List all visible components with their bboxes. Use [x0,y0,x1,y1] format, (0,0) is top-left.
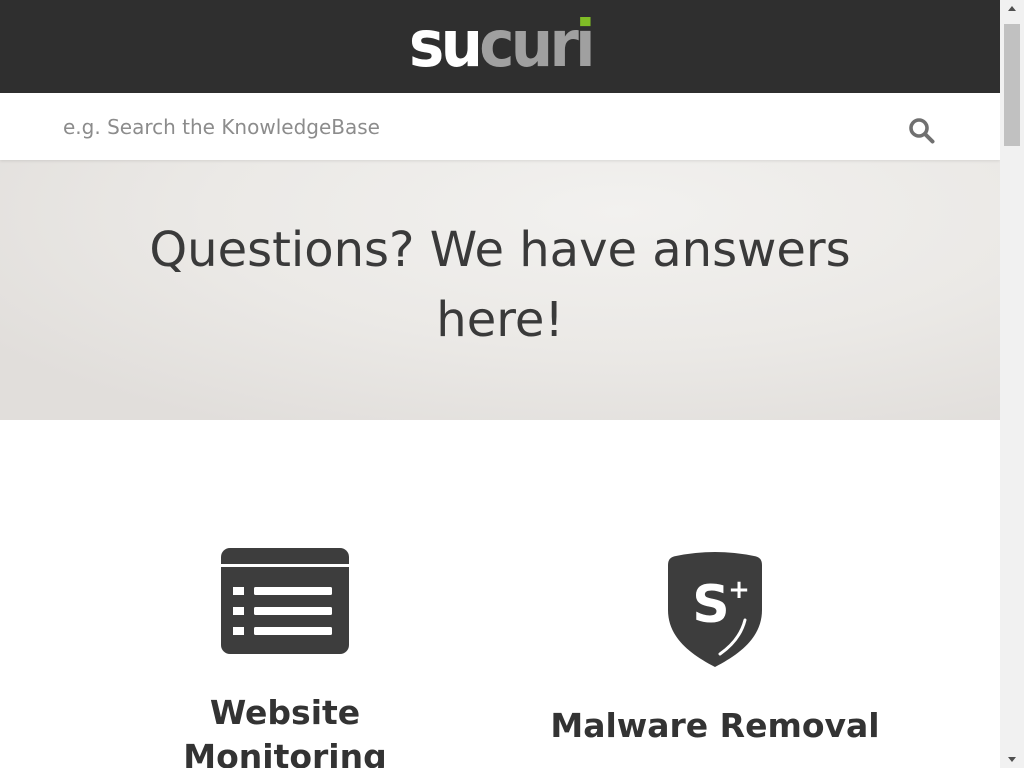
category-malware-removal[interactable]: S + Malware Removal [500,548,930,768]
hero-banner: Questions? We have answers here! [0,160,1000,420]
logo-text-accent: i [574,8,595,82]
scroll-down-button[interactable] [1000,751,1024,768]
vertical-scrollbar[interactable] [1000,0,1024,768]
sucuri-logo[interactable]: sucuri [0,13,1000,77]
search-bar [0,93,1000,160]
shield-plus: + [728,575,750,605]
logo-wordmark: sucuri [409,8,596,82]
scroll-up-button[interactable] [1000,0,1024,17]
arrow-down-icon [1008,757,1016,762]
scrollbar-thumb[interactable] [1004,24,1020,146]
search-button[interactable] [904,113,938,147]
hero-title: Questions? We have answers here! [149,222,851,348]
shield-icon: S + [668,552,762,667]
category-title[interactable]: Malware Removal [541,704,889,748]
logo-text-gray: cur [478,8,579,82]
page-viewport: sucuri Questions? We have answers here! [0,0,1000,768]
logo-text-white: su [408,8,483,82]
category-title[interactable]: Website Monitoring [111,691,459,768]
search-icon [908,117,934,143]
site-header: sucuri [0,0,1000,93]
search-input[interactable] [50,93,890,160]
shield-letter: S [692,575,729,635]
monitoring-list-icon [221,548,349,654]
arrow-up-icon [1008,6,1016,11]
category-grid: Website Monitoring S + Malware Removal [70,420,930,768]
category-website-monitoring[interactable]: Website Monitoring [70,548,500,768]
